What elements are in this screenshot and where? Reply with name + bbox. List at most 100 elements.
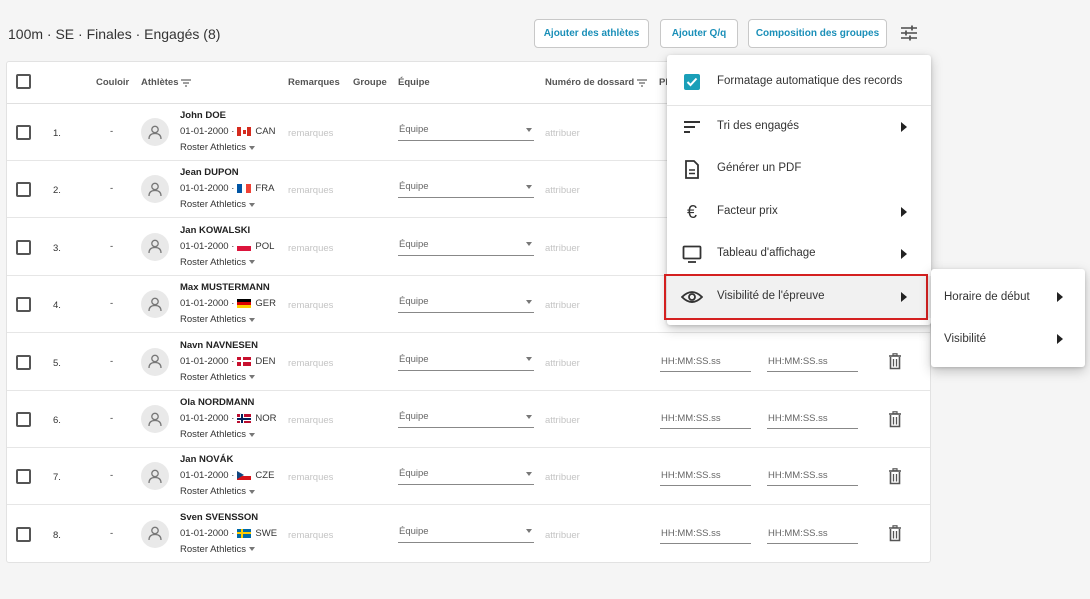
athlete-dob: 01-01-2000 · [180,527,235,539]
team-select[interactable]: Équipe [398,463,534,486]
athlete-name[interactable]: Jan NOVÁK [180,454,233,465]
remarks-input[interactable]: remarques [288,358,333,369]
team-select[interactable]: Équipe [398,521,534,543]
athlete-name[interactable]: Ola NORDMANN [180,397,254,408]
row-checkbox[interactable] [16,412,31,427]
menu-item-auto-format-records[interactable]: Formatage automatique des records [667,61,931,103]
time-input[interactable]: HH:MM:SS.ss [767,352,858,372]
team-select[interactable]: Équipe [398,291,534,314]
row-checkbox[interactable] [16,354,31,370]
athlete-club-select[interactable]: Roster Athletics [180,544,255,555]
document-icon [681,158,703,180]
team-select[interactable]: Équipe [398,119,534,141]
team-select[interactable]: Équipe [398,406,534,428]
athlete-name[interactable]: Max MUSTERMANN [180,282,270,293]
athlete-name[interactable]: John DOE [180,110,226,121]
avatar [141,462,169,491]
bib-input[interactable]: attribuer [545,300,580,311]
group-composition-button[interactable]: Composition des groupes [748,19,887,48]
time-input[interactable]: HH:MM:SS.ss [660,352,751,372]
remarks-input[interactable]: remarques [288,530,333,541]
team-select[interactable]: Équipe [398,349,534,371]
time-input[interactable]: HH:MM:SS.ss [767,524,858,544]
bib-input[interactable]: attribuer [545,358,580,369]
bib-input[interactable]: attribuer [545,530,580,541]
settings-sliders-icon[interactable] [896,20,922,46]
athlete-club-select[interactable]: Roster Athletics [180,372,255,383]
bib-input[interactable]: attribuer [545,185,580,196]
menu-item-scoreboard[interactable]: Tableau d'affichage [667,233,931,275]
time-input[interactable]: HH:MM:SS.ss [767,466,858,487]
athlete-dob: 01-01-2000 · [180,470,235,482]
time-input[interactable]: HH:MM:SS.ss [660,466,751,487]
add-qualifiers-button[interactable]: Ajouter Q/q [660,19,738,48]
remarks-input[interactable]: remarques [288,185,333,196]
bib-input[interactable]: attribuer [545,415,580,426]
athlete-name[interactable]: Navn NAVNESEN [180,340,258,351]
trash-icon[interactable] [885,352,905,372]
row-checkbox[interactable] [16,526,31,542]
athlete-dob: 01-01-2000 · [180,240,235,252]
row-checkbox[interactable] [16,297,31,313]
athlete-info: 01-01-2000 · SWE [180,528,277,539]
remarks-input[interactable]: remarques [288,415,333,426]
menu-item-generate-pdf[interactable]: Générer un PDF [667,148,931,190]
submenu-item-start-time[interactable]: Horaire de début [931,276,1085,318]
athlete-name[interactable]: Jan KOWALSKI [180,225,250,236]
team-select-value: Équipe [399,181,429,193]
team-select[interactable]: Équipe [398,234,534,256]
row-checkbox[interactable] [16,182,31,198]
time-input[interactable]: HH:MM:SS.ss [660,524,751,544]
remarks-input[interactable]: remarques [288,300,333,311]
athlete-info: 01-01-2000 · FRA [180,183,274,194]
athlete-country: CZE [255,470,275,482]
col-athletes-label: Athlètes [141,77,179,88]
flag-icon [237,356,252,366]
athlete-country: DEN [255,355,276,367]
col-couloir: Couloir [96,77,130,88]
trash-icon[interactable] [885,409,905,429]
caret-down-icon [249,260,255,265]
col-athletes[interactable]: Athlètes [141,77,192,88]
col-dossard[interactable]: Numéro de dossard [545,77,648,88]
athlete-dob: 01-01-2000 · [180,183,235,195]
time-input[interactable]: HH:MM:SS.ss [767,409,858,429]
bib-input[interactable]: attribuer [545,128,580,139]
athlete-dob: 01-01-2000 · [180,355,235,367]
chevron-right-icon [1057,334,1063,344]
bib-input[interactable]: attribuer [545,243,580,254]
athlete-club-select[interactable]: Roster Athletics [180,486,255,497]
menu-item-sort-entries[interactable]: Tri des engagés [667,106,931,148]
athlete-name[interactable]: Jean DUPON [180,167,239,178]
athlete-club-select[interactable]: Roster Athletics [180,199,255,210]
time-input[interactable]: HH:MM:SS.ss [660,409,751,429]
avatar [141,347,169,376]
remarks-input[interactable]: remarques [288,128,333,139]
remarks-input[interactable]: remarques [288,472,333,483]
select-all-checkbox[interactable] [16,74,31,89]
add-athletes-button[interactable]: Ajouter des athlètes [534,19,649,48]
athlete-name[interactable]: Sven SVENSSON [180,512,258,523]
athlete-club-select[interactable]: Roster Athletics [180,257,255,268]
row-number: 1. [53,128,61,139]
flag-icon [237,127,252,136]
row-checkbox[interactable] [16,125,31,140]
user-icon [148,125,162,140]
avatar [141,175,169,204]
submenu-item-visibility[interactable]: Visibilité [931,318,1085,360]
row-checkbox[interactable] [16,239,31,255]
menu-item-price-factor[interactable]: € Facteur prix [667,191,931,233]
team-select-value: Équipe [399,296,429,308]
athlete-club-select[interactable]: Roster Athletics [180,429,255,440]
caret-down-icon [526,242,532,247]
athlete-info: 01-01-2000 · CZE [180,470,274,481]
trash-icon[interactable] [885,466,905,486]
athlete-club-select[interactable]: Roster Athletics [180,142,255,153]
bib-input[interactable]: attribuer [545,472,580,483]
athlete-country: POL [255,240,275,252]
row-checkbox[interactable] [16,469,31,485]
trash-icon[interactable] [885,524,905,544]
remarks-input[interactable]: remarques [288,243,333,254]
athlete-club-select[interactable]: Roster Athletics [180,314,255,325]
team-select[interactable]: Équipe [398,176,534,199]
